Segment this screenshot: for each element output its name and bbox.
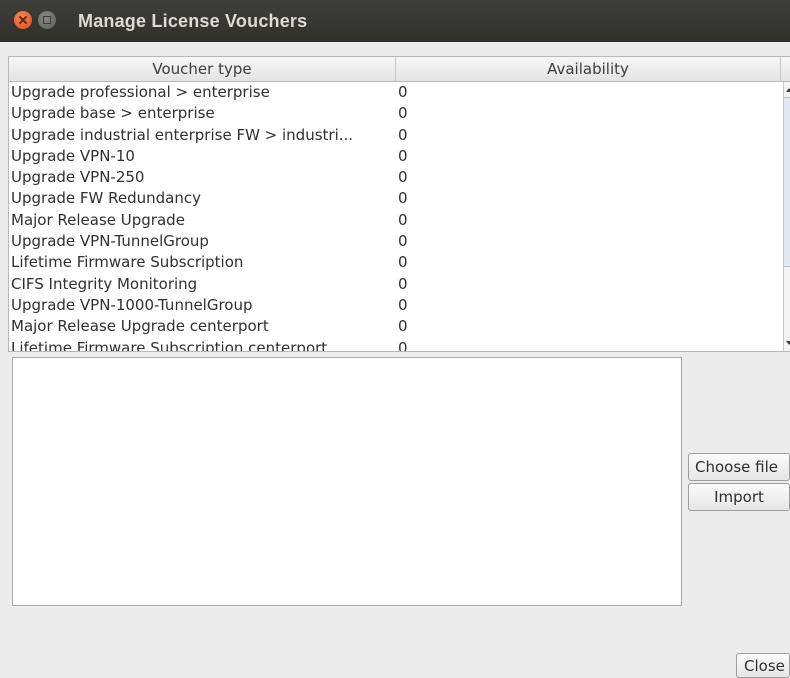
column-header-voucher-type[interactable]: Voucher type — [9, 57, 396, 81]
voucher-type-cell: Upgrade VPN-250 — [11, 168, 145, 187]
availability-cell: 0 — [398, 317, 408, 336]
window-close-icon[interactable] — [14, 11, 32, 29]
window-title: Manage License Vouchers — [78, 11, 308, 31]
availability-cell: 0 — [398, 125, 408, 144]
choose-file-button[interactable]: Choose file — [688, 453, 790, 481]
availability-cell: 0 — [398, 253, 408, 272]
availability-cell: 0 — [398, 104, 408, 123]
import-button[interactable]: Import — [688, 483, 790, 511]
manage-license-vouchers-dialog: Manage License Vouchers Voucher type Ava… — [0, 0, 790, 678]
table-row[interactable]: Lifetime Firmware Subscription 0 — [9, 252, 783, 273]
voucher-type-cell: Lifetime Firmware Subscription centerpor… — [11, 338, 328, 351]
scrollbar-thumb[interactable] — [784, 97, 790, 267]
column-header-availability[interactable]: Availability — [396, 57, 781, 81]
table-row[interactable]: Upgrade VPN-10 0 — [9, 146, 783, 167]
table-row[interactable]: Upgrade VPN-250 0 — [9, 167, 783, 188]
title-bar[interactable]: Manage License Vouchers — [0, 0, 790, 42]
table-vertical-scrollbar[interactable] — [783, 82, 790, 351]
close-button[interactable]: Close — [736, 653, 790, 678]
scroll-down-arrow-icon[interactable] — [786, 341, 790, 345]
availability-cell: 0 — [398, 295, 408, 314]
table-body: Upgrade professional > enterprise 0 Upgrad… — [9, 82, 783, 351]
table-row[interactable]: Lifetime Firmware Subscription centerpor… — [9, 338, 783, 351]
voucher-table: Voucher type Availability Upgrade profes… — [8, 56, 790, 352]
availability-cell: 0 — [398, 83, 408, 101]
voucher-type-cell: Upgrade professional > enterprise — [11, 83, 270, 101]
voucher-type-cell: Upgrade industrial enterprise FW > indus… — [11, 125, 354, 144]
voucher-type-cell: Major Release Upgrade — [11, 210, 185, 229]
availability-cell: 0 — [398, 232, 408, 251]
scroll-up-arrow-icon[interactable] — [786, 88, 790, 92]
table-row[interactable]: Upgrade VPN-1000-TunnelGroup 0 — [9, 295, 783, 316]
voucher-type-cell: Lifetime Firmware Subscription — [11, 253, 244, 272]
table-row[interactable]: Upgrade VPN-TunnelGroup 0 — [9, 231, 783, 252]
availability-cell: 0 — [398, 210, 408, 229]
voucher-type-cell: CIFS Integrity Monitoring — [11, 274, 198, 293]
voucher-type-cell: Upgrade FW Redundancy — [11, 189, 201, 208]
availability-cell: 0 — [398, 274, 408, 293]
table-row[interactable]: Upgrade base > enterprise 0 — [9, 103, 783, 124]
table-row[interactable]: Major Release Upgrade 0 — [9, 210, 783, 231]
availability-cell: 0 — [398, 146, 408, 165]
voucher-type-cell: Upgrade base > enterprise — [11, 104, 215, 123]
voucher-type-cell: Major Release Upgrade centerport — [11, 317, 269, 336]
table-row[interactable]: Major Release Upgrade centerport 0 — [9, 316, 783, 337]
table-row[interactable]: Upgrade FW Redundancy 0 — [9, 188, 783, 209]
window-maximize-icon[interactable] — [38, 11, 56, 29]
availability-cell: 0 — [398, 189, 408, 208]
voucher-type-cell: Upgrade VPN-10 — [11, 146, 135, 165]
voucher-type-cell: Upgrade VPN-1000-TunnelGroup — [11, 295, 253, 314]
voucher-type-cell: Upgrade VPN-TunnelGroup — [11, 232, 209, 251]
voucher-text-area[interactable] — [12, 357, 682, 606]
table-row[interactable]: Upgrade industrial enterprise FW > indus… — [9, 125, 783, 146]
availability-cell: 0 — [398, 338, 408, 351]
availability-cell: 0 — [398, 168, 408, 187]
table-row[interactable]: CIFS Integrity Monitoring 0 — [9, 274, 783, 295]
table-row[interactable]: Upgrade professional > enterprise 0 — [9, 82, 783, 103]
table-header: Voucher type Availability — [9, 57, 790, 82]
